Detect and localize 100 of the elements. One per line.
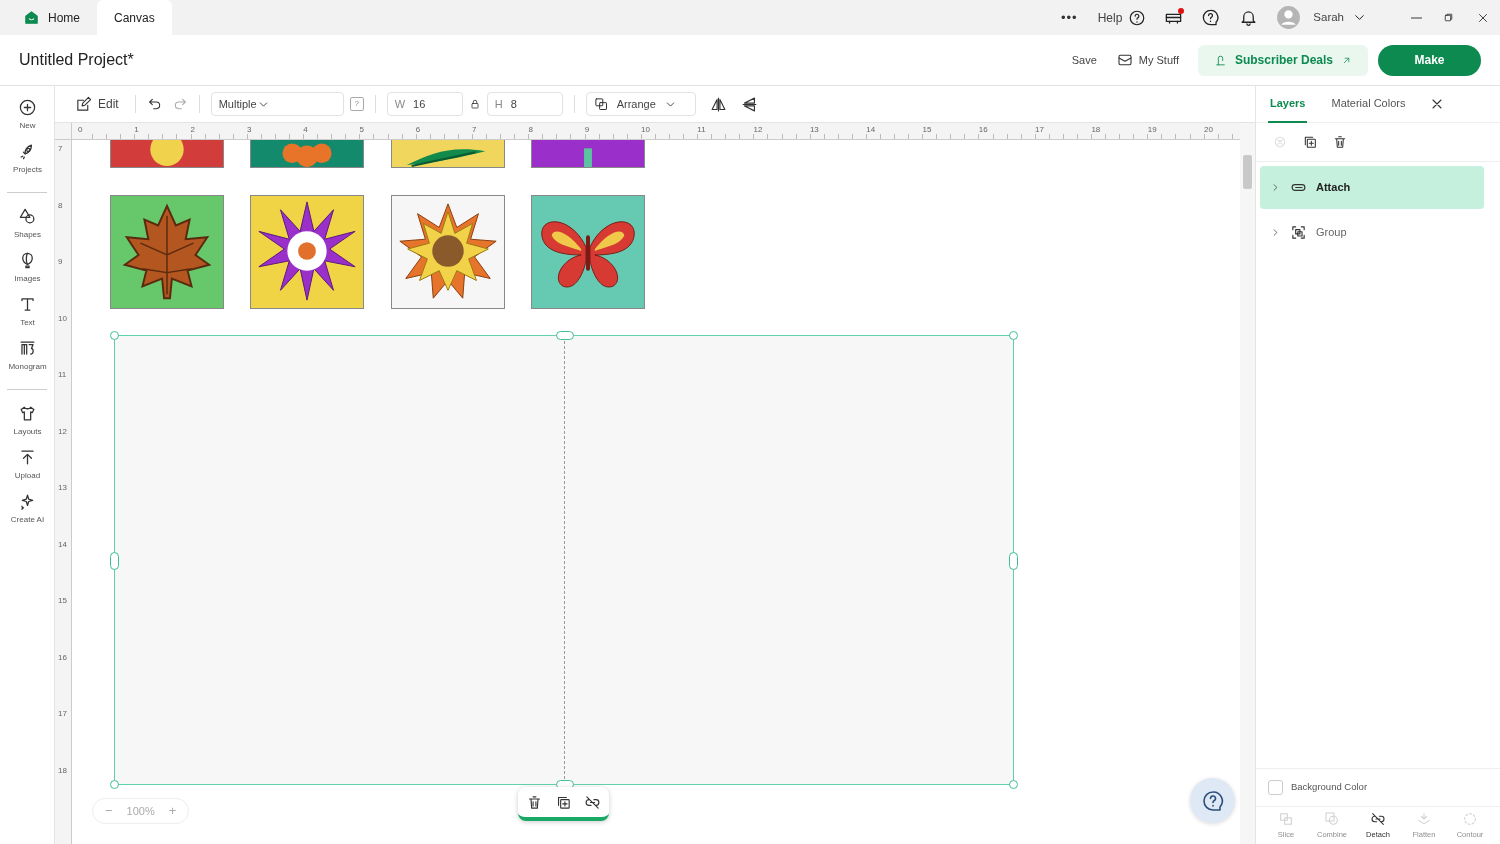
ruler-label: 12	[753, 124, 763, 136]
width-field[interactable]: W 16	[386, 92, 463, 116]
plus-icon	[18, 98, 37, 117]
ruler-label: 17	[58, 708, 67, 720]
upload-icon	[18, 448, 37, 467]
ruler-label: 8	[58, 199, 63, 212]
save-button[interactable]: Save	[1071, 51, 1097, 69]
chat-help-icon	[1201, 8, 1221, 27]
combine-icon	[1324, 810, 1340, 827]
help-button[interactable]	[1190, 778, 1235, 823]
ruler-label: 10	[641, 124, 650, 136]
envelope-icon	[1116, 52, 1133, 68]
sidebar-item[interactable]: Monogram	[0, 335, 55, 379]
sidebar-item[interactable]: New	[0, 94, 55, 138]
ungroup-icon	[1272, 134, 1288, 150]
operation-select[interactable]: Multiple	[210, 92, 344, 116]
scrollbar[interactable]	[1240, 123, 1255, 844]
ruler-label: 14	[58, 538, 67, 551]
make-button[interactable]: Make	[1378, 44, 1481, 76]
ruler-label: 13	[809, 124, 819, 136]
scrollbar-thumb[interactable]	[1243, 155, 1252, 189]
resize-handle[interactable]	[110, 331, 119, 340]
height-field[interactable]: H 8	[486, 92, 563, 116]
monogram-icon	[18, 339, 37, 358]
ruler-label: 0	[78, 124, 83, 136]
detach-icon	[584, 793, 601, 811]
detach-icon	[1370, 810, 1386, 827]
resize-handle[interactable]	[1009, 780, 1018, 789]
resize-handle[interactable]	[1009, 331, 1018, 340]
resize-handle[interactable]	[1009, 552, 1018, 570]
sidebar-item[interactable]: Text	[0, 291, 55, 335]
group-icon	[1290, 224, 1307, 241]
ruler-label: 6	[415, 124, 421, 136]
edit-icon	[75, 95, 92, 113]
edit-button[interactable]: Edit	[75, 95, 119, 113]
ruler-label: 18	[58, 764, 67, 777]
sidebar-item[interactable]: Layouts	[0, 400, 55, 444]
ruler-label: 5	[359, 124, 364, 136]
ruler-label: 15	[58, 595, 67, 607]
resize-handle[interactable]	[556, 331, 574, 340]
layer-item[interactable]: Group	[1260, 211, 1484, 254]
resize-handle[interactable]	[110, 552, 119, 570]
arrange-select[interactable]: Arrange	[585, 92, 696, 116]
minimize-icon[interactable]	[1411, 16, 1422, 19]
ruler-label: 16	[978, 124, 988, 136]
resize-handle[interactable]	[110, 780, 119, 789]
flatten-icon	[1416, 810, 1432, 827]
ruler-label: 4	[303, 124, 308, 136]
sidebar-item[interactable]: Images	[0, 247, 55, 291]
undo-icon	[146, 96, 163, 112]
user-menu[interactable]: Sarah	[1313, 8, 1367, 27]
text-icon	[18, 295, 37, 314]
help-box[interactable]: ?	[349, 97, 364, 111]
tab[interactable]: Canvas	[97, 0, 172, 35]
ruler-label: 17	[1035, 124, 1044, 136]
ruler-label: 18	[1091, 124, 1101, 136]
help-button[interactable]: Help	[1097, 8, 1147, 27]
tab[interactable]: Home	[6, 0, 97, 35]
trash-icon	[526, 793, 543, 811]
tab[interactable]: Layers	[1268, 85, 1308, 123]
ruler-label: 2	[190, 124, 196, 136]
ruler-label: 20	[1204, 124, 1213, 136]
checkbox-label: Background Color	[1291, 780, 1368, 795]
ruler-label: 12	[58, 425, 67, 438]
ruler-label: 11	[58, 369, 67, 381]
more-button[interactable]: •••	[1060, 7, 1078, 28]
my-stuff-button[interactable]: My Stuff	[1116, 51, 1179, 69]
avatar-icon	[1276, 5, 1302, 30]
ruler-label: 7	[58, 143, 63, 155]
ruler-label: 9	[584, 124, 590, 136]
checkbox[interactable]	[1268, 780, 1283, 795]
zoom-level: 100%	[126, 803, 155, 819]
project-title: Untitled Project*	[19, 50, 134, 70]
layer-item[interactable]: Attach	[1260, 166, 1484, 209]
ruler-label: 3	[246, 124, 252, 136]
duplicate-icon	[1302, 134, 1318, 150]
overlap-squares-icon	[1278, 810, 1294, 827]
help-icon	[1200, 788, 1225, 813]
arrange-icon	[593, 96, 609, 112]
shirt-icon	[18, 404, 37, 423]
sidebar-item[interactable]: Create AI	[0, 488, 55, 532]
tab[interactable]: Material Colors	[1329, 85, 1408, 123]
ruler-label: 8	[528, 124, 533, 136]
sidebar-item[interactable]: Upload	[0, 444, 55, 488]
trash-icon	[1332, 134, 1348, 150]
restore-icon	[1442, 11, 1455, 24]
home-icon	[23, 9, 40, 26]
sidebar-item[interactable]: Shapes	[0, 203, 55, 247]
dashed-circle-icon	[1462, 810, 1478, 827]
lock-icon	[468, 98, 481, 110]
ruler-label: 10	[58, 312, 67, 325]
ruler-label: 7	[472, 124, 477, 136]
flip-horizontal-icon	[709, 95, 727, 113]
sidebar-item[interactable]: Projects	[0, 138, 55, 182]
ruler-label: 13	[58, 482, 67, 494]
ruler-label: 1	[134, 124, 139, 136]
notification-dot	[1178, 7, 1185, 14]
subscriber-deals-button[interactable]: Subscriber Deals	[1197, 44, 1368, 76]
shapes-icon	[18, 207, 37, 226]
ruler-label: 19	[1147, 124, 1157, 136]
